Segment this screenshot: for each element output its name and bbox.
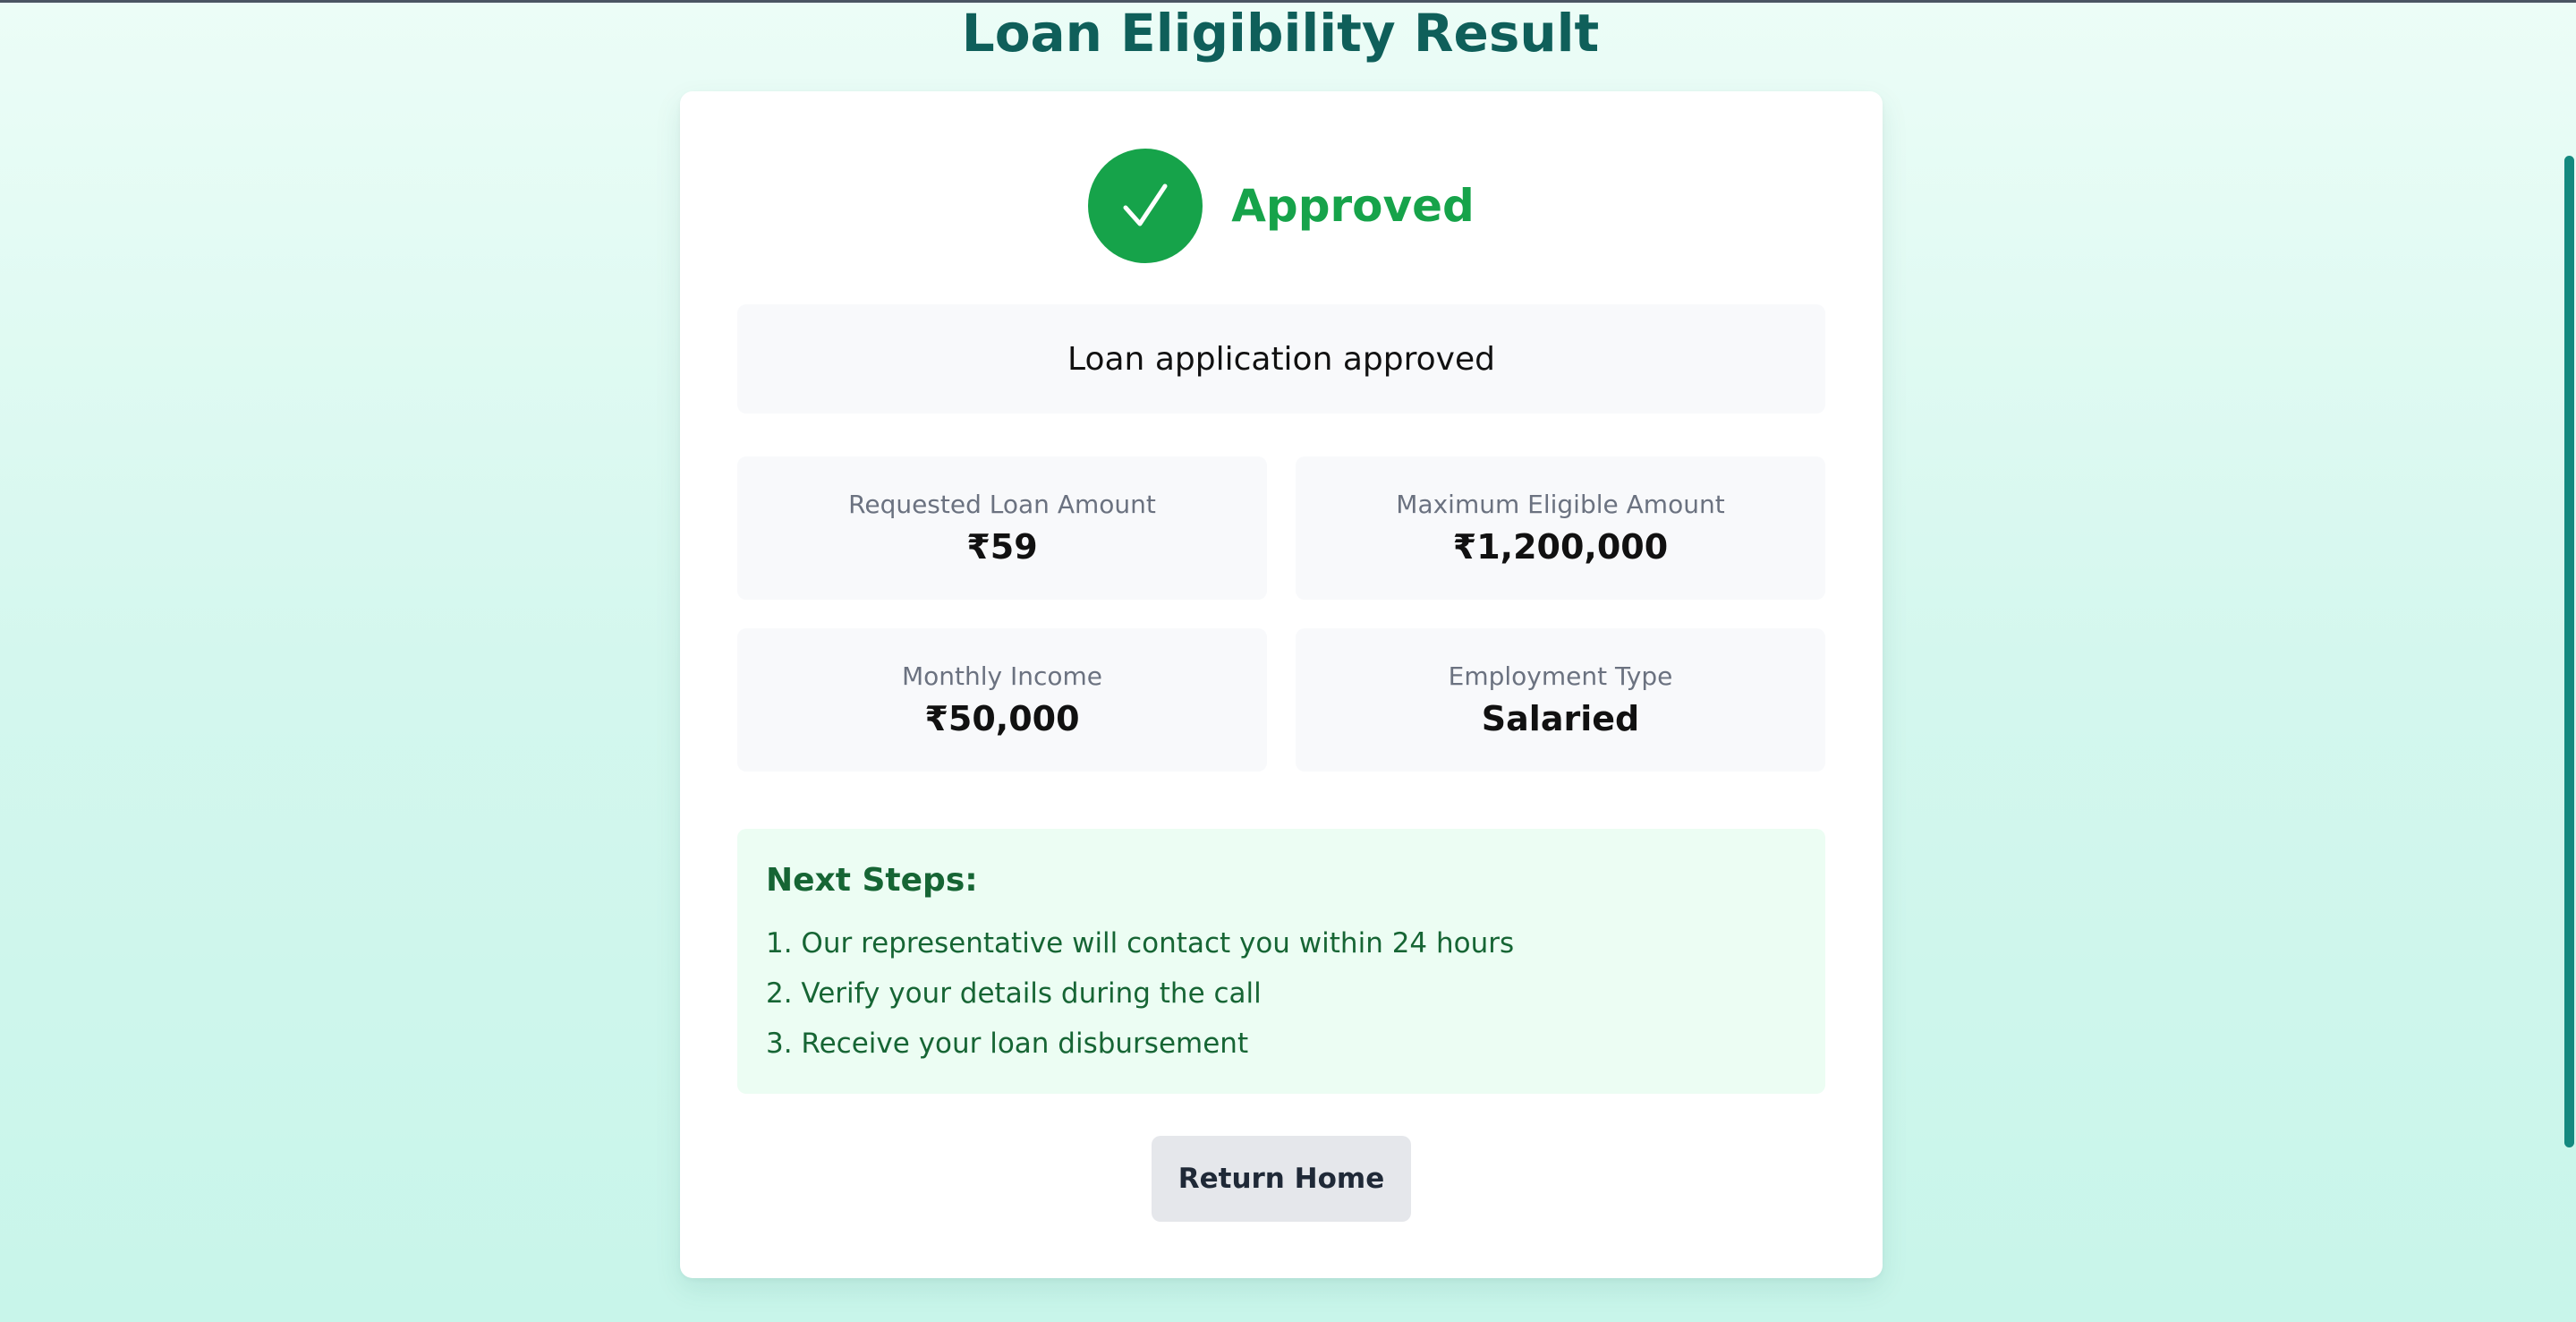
- status-row: Approved: [680, 149, 1883, 263]
- next-step-item: 3. Receive your loan disbursement: [766, 1028, 1249, 1060]
- next-steps-panel: Next Steps: 1. Our representative will c…: [737, 829, 1825, 1094]
- stat-label: Maximum Eligible Amount: [1396, 490, 1725, 519]
- stat-requested-loan-amount: Requested Loan Amount ₹59: [737, 456, 1267, 600]
- next-step-item: 2. Verify your details during the call: [766, 977, 1262, 1010]
- page-title: Loan Eligibility Result: [961, 3, 1600, 64]
- stat-value: ₹50,000: [924, 699, 1080, 738]
- result-card: Approved Loan application approved Reque…: [680, 91, 1883, 1278]
- stat-employment-type: Employment Type Salaried: [1296, 628, 1825, 772]
- stat-value: ₹59: [966, 527, 1038, 567]
- status-label: Approved: [1231, 180, 1475, 232]
- return-home-button[interactable]: Return Home: [1152, 1136, 1411, 1222]
- next-steps-title: Next Steps:: [766, 862, 978, 899]
- stat-maximum-eligible-amount: Maximum Eligible Amount ₹1,200,000: [1296, 456, 1825, 600]
- checkmark-icon: [1123, 183, 1168, 226]
- approved-status-icon: [1088, 149, 1203, 263]
- stat-label: Employment Type: [1448, 661, 1673, 691]
- scrollbar-thumb[interactable]: [2564, 156, 2574, 1147]
- stat-label: Requested Loan Amount: [848, 490, 1156, 519]
- result-message: Loan application approved: [737, 304, 1825, 414]
- stat-monthly-income: Monthly Income ₹50,000: [737, 628, 1267, 772]
- stat-value: ₹1,200,000: [1452, 527, 1669, 567]
- stat-value: Salaried: [1481, 699, 1640, 738]
- stat-label: Monthly Income: [901, 661, 1103, 691]
- next-step-item: 1. Our representative will contact you w…: [766, 927, 1515, 960]
